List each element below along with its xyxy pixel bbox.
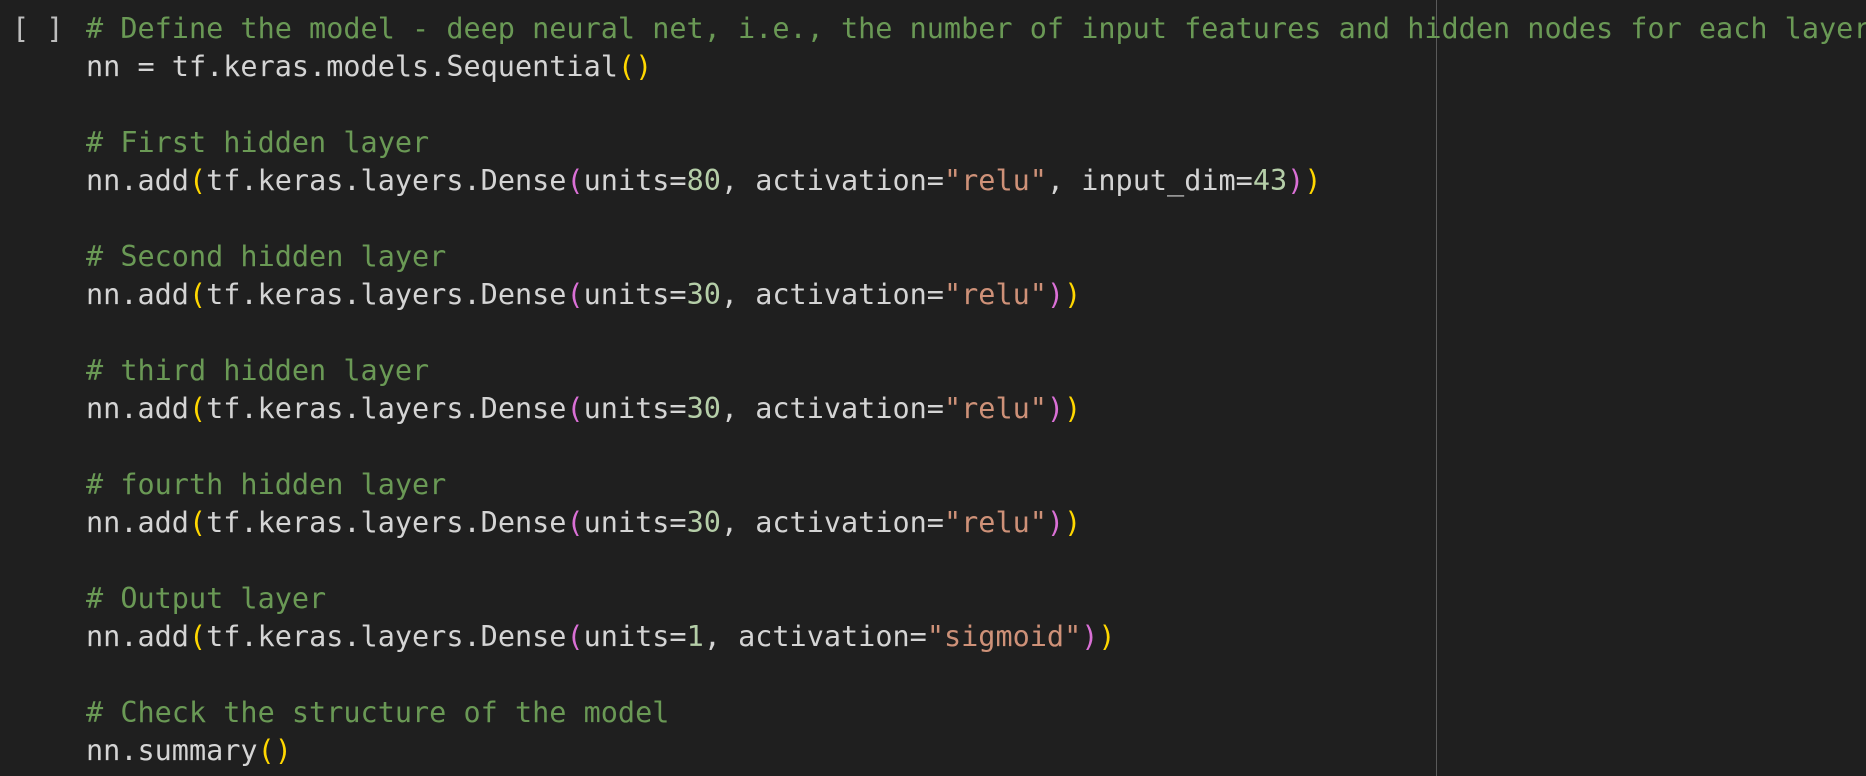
code-token: units= <box>583 278 687 311</box>
code-token: units= <box>583 506 687 539</box>
code-token: nn.add <box>86 620 189 653</box>
code-line: # Second hidden layer <box>86 238 1866 276</box>
code-token: ( <box>566 164 584 197</box>
code-token: units= <box>583 392 687 425</box>
code-editor[interactable]: # Define the model - deep neural net, i.… <box>86 10 1866 770</box>
code-token: tf.keras.layers.Dense <box>206 278 567 311</box>
code-token: tf.keras.layers.Dense <box>206 506 567 539</box>
code-line: nn.add(tf.keras.layers.Dense(units=30, a… <box>86 276 1866 314</box>
code-token: # Second hidden layer <box>86 240 447 273</box>
code-line: nn.summary() <box>86 732 1866 770</box>
code-token: units= <box>583 620 687 653</box>
code-cell[interactable]: [ ] # Define the model - deep neural net… <box>0 0 1866 776</box>
code-token: , activation= <box>720 278 944 311</box>
code-token: tf.keras.layers.Dense <box>206 392 567 425</box>
code-token: ( <box>566 392 584 425</box>
code-token: # First hidden layer <box>86 126 430 159</box>
code-token: ( <box>188 164 207 197</box>
code-token: "sigmoid" <box>926 620 1082 653</box>
code-token: # third hidden layer <box>86 354 430 387</box>
code-token: ) <box>1081 620 1099 653</box>
code-line: # First hidden layer <box>86 124 1866 162</box>
code-token: tf.keras.layers.Dense <box>206 164 567 197</box>
code-token: ) <box>1046 506 1065 539</box>
code-token: ( <box>566 506 584 539</box>
code-token: () <box>257 734 292 767</box>
code-token: tf.keras.layers.Dense <box>206 620 567 653</box>
code-token: ( <box>566 620 584 653</box>
code-token: 43 <box>1252 164 1288 197</box>
code-token: ( <box>188 620 207 653</box>
code-line: nn.add(tf.keras.layers.Dense(units=30, a… <box>86 504 1866 542</box>
code-token: ) <box>1064 392 1082 425</box>
code-token: , activation= <box>703 620 927 653</box>
code-token: "relu" <box>943 506 1047 539</box>
code-token: , activation= <box>720 506 944 539</box>
code-token: 80 <box>686 164 721 197</box>
code-token: ) <box>1046 278 1065 311</box>
code-token: ) <box>1287 164 1305 197</box>
code-token: , activation= <box>720 164 944 197</box>
code-token: , input_dim= <box>1046 164 1253 197</box>
code-token: nn.add <box>86 506 189 539</box>
code-token: , activation= <box>720 392 944 425</box>
code-token: ) <box>1098 620 1116 653</box>
code-token: ) <box>1064 506 1082 539</box>
code-token: # Output layer <box>86 582 327 615</box>
code-token: ) <box>1064 278 1082 311</box>
code-token: nn.add <box>86 278 189 311</box>
code-token: nn = tf.keras.models.Sequential <box>86 50 618 83</box>
code-token: ( <box>566 278 584 311</box>
code-token: nn.add <box>86 392 189 425</box>
code-token: # Check the structure of the model <box>86 696 670 729</box>
code-line: # Define the model - deep neural net, i.… <box>86 10 1866 48</box>
code-token: "relu" <box>943 164 1047 197</box>
code-token: "relu" <box>943 278 1047 311</box>
code-line: # Output layer <box>86 580 1866 618</box>
run-cell-button[interactable]: [ ] <box>12 10 63 48</box>
code-line: # third hidden layer <box>86 352 1866 390</box>
code-line: # fourth hidden layer <box>86 466 1866 504</box>
code-token: nn.summary <box>86 734 258 767</box>
code-line: nn.add(tf.keras.layers.Dense(units=80, a… <box>86 162 1866 200</box>
code-token: 30 <box>686 392 721 425</box>
code-token: # fourth hidden layer <box>86 468 447 501</box>
code-token: ( <box>188 506 207 539</box>
code-token: nn.add <box>86 164 189 197</box>
code-token: # Define the model - deep neural net, i.… <box>86 12 1866 45</box>
code-token: 30 <box>686 278 721 311</box>
code-token: ) <box>1046 392 1065 425</box>
code-token: ( <box>188 392 207 425</box>
code-line: nn.add(tf.keras.layers.Dense(units=1, ac… <box>86 618 1866 656</box>
code-token: units= <box>583 164 687 197</box>
code-token: 1 <box>686 620 704 653</box>
code-token: ( <box>188 278 207 311</box>
code-line: nn = tf.keras.models.Sequential() <box>86 48 1866 86</box>
code-line: nn.add(tf.keras.layers.Dense(units=30, a… <box>86 390 1866 428</box>
code-token: 30 <box>686 506 721 539</box>
code-line: # Check the structure of the model <box>86 694 1866 732</box>
code-token: "relu" <box>943 392 1047 425</box>
code-token: ) <box>1304 164 1322 197</box>
code-token: () <box>617 50 653 83</box>
